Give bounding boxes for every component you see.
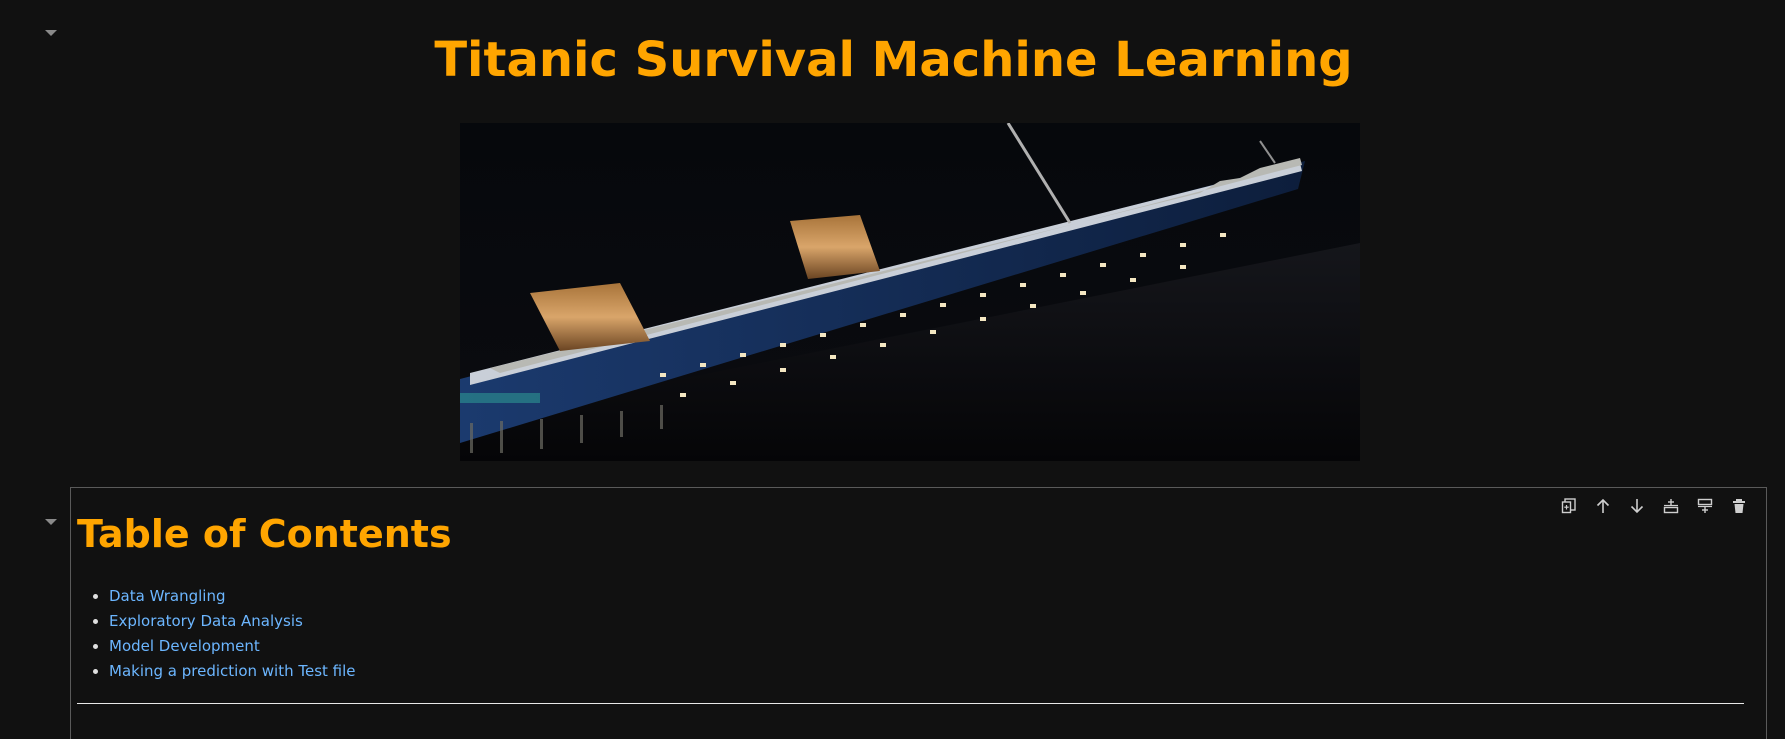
markdown-cell-toc[interactable]: Table of Contents Data Wrangling Explora…	[70, 487, 1767, 739]
toc-list: Data Wrangling Exploratory Data Analysis…	[77, 584, 356, 684]
toc-link-making-a-prediction[interactable]: Making a prediction with Test file	[109, 662, 356, 680]
notebook-page: Titanic Survival Machine Learning Table …	[0, 0, 1785, 739]
toc-heading: Table of Contents	[77, 512, 452, 556]
insert-above-icon[interactable]	[1688, 494, 1722, 518]
list-item: Exploratory Data Analysis	[109, 609, 356, 634]
page-title: Titanic Survival Machine Learning	[434, 32, 1353, 88]
markdown-cell-title[interactable]: Titanic Survival Machine Learning	[70, 0, 1767, 480]
list-item: Model Development	[109, 634, 356, 659]
collapse-cell-toggle-icon[interactable]	[45, 519, 57, 525]
list-item: Making a prediction with Test file	[109, 659, 356, 684]
list-item: Data Wrangling	[109, 584, 356, 609]
titanic-image	[460, 123, 1360, 461]
move-down-icon[interactable]	[1620, 494, 1654, 518]
toc-link-model-development[interactable]: Model Development	[109, 637, 260, 655]
collapse-cell-toggle-icon[interactable]	[45, 30, 57, 36]
toc-link-exploratory-data-analysis[interactable]: Exploratory Data Analysis	[109, 612, 303, 630]
duplicate-icon[interactable]	[1552, 494, 1586, 518]
horizontal-rule	[77, 703, 1744, 704]
move-up-icon[interactable]	[1586, 494, 1620, 518]
delete-icon[interactable]	[1722, 494, 1756, 518]
cell-toolbar	[1552, 494, 1756, 518]
insert-below-icon[interactable]	[1654, 494, 1688, 518]
toc-link-data-wrangling[interactable]: Data Wrangling	[109, 587, 226, 605]
